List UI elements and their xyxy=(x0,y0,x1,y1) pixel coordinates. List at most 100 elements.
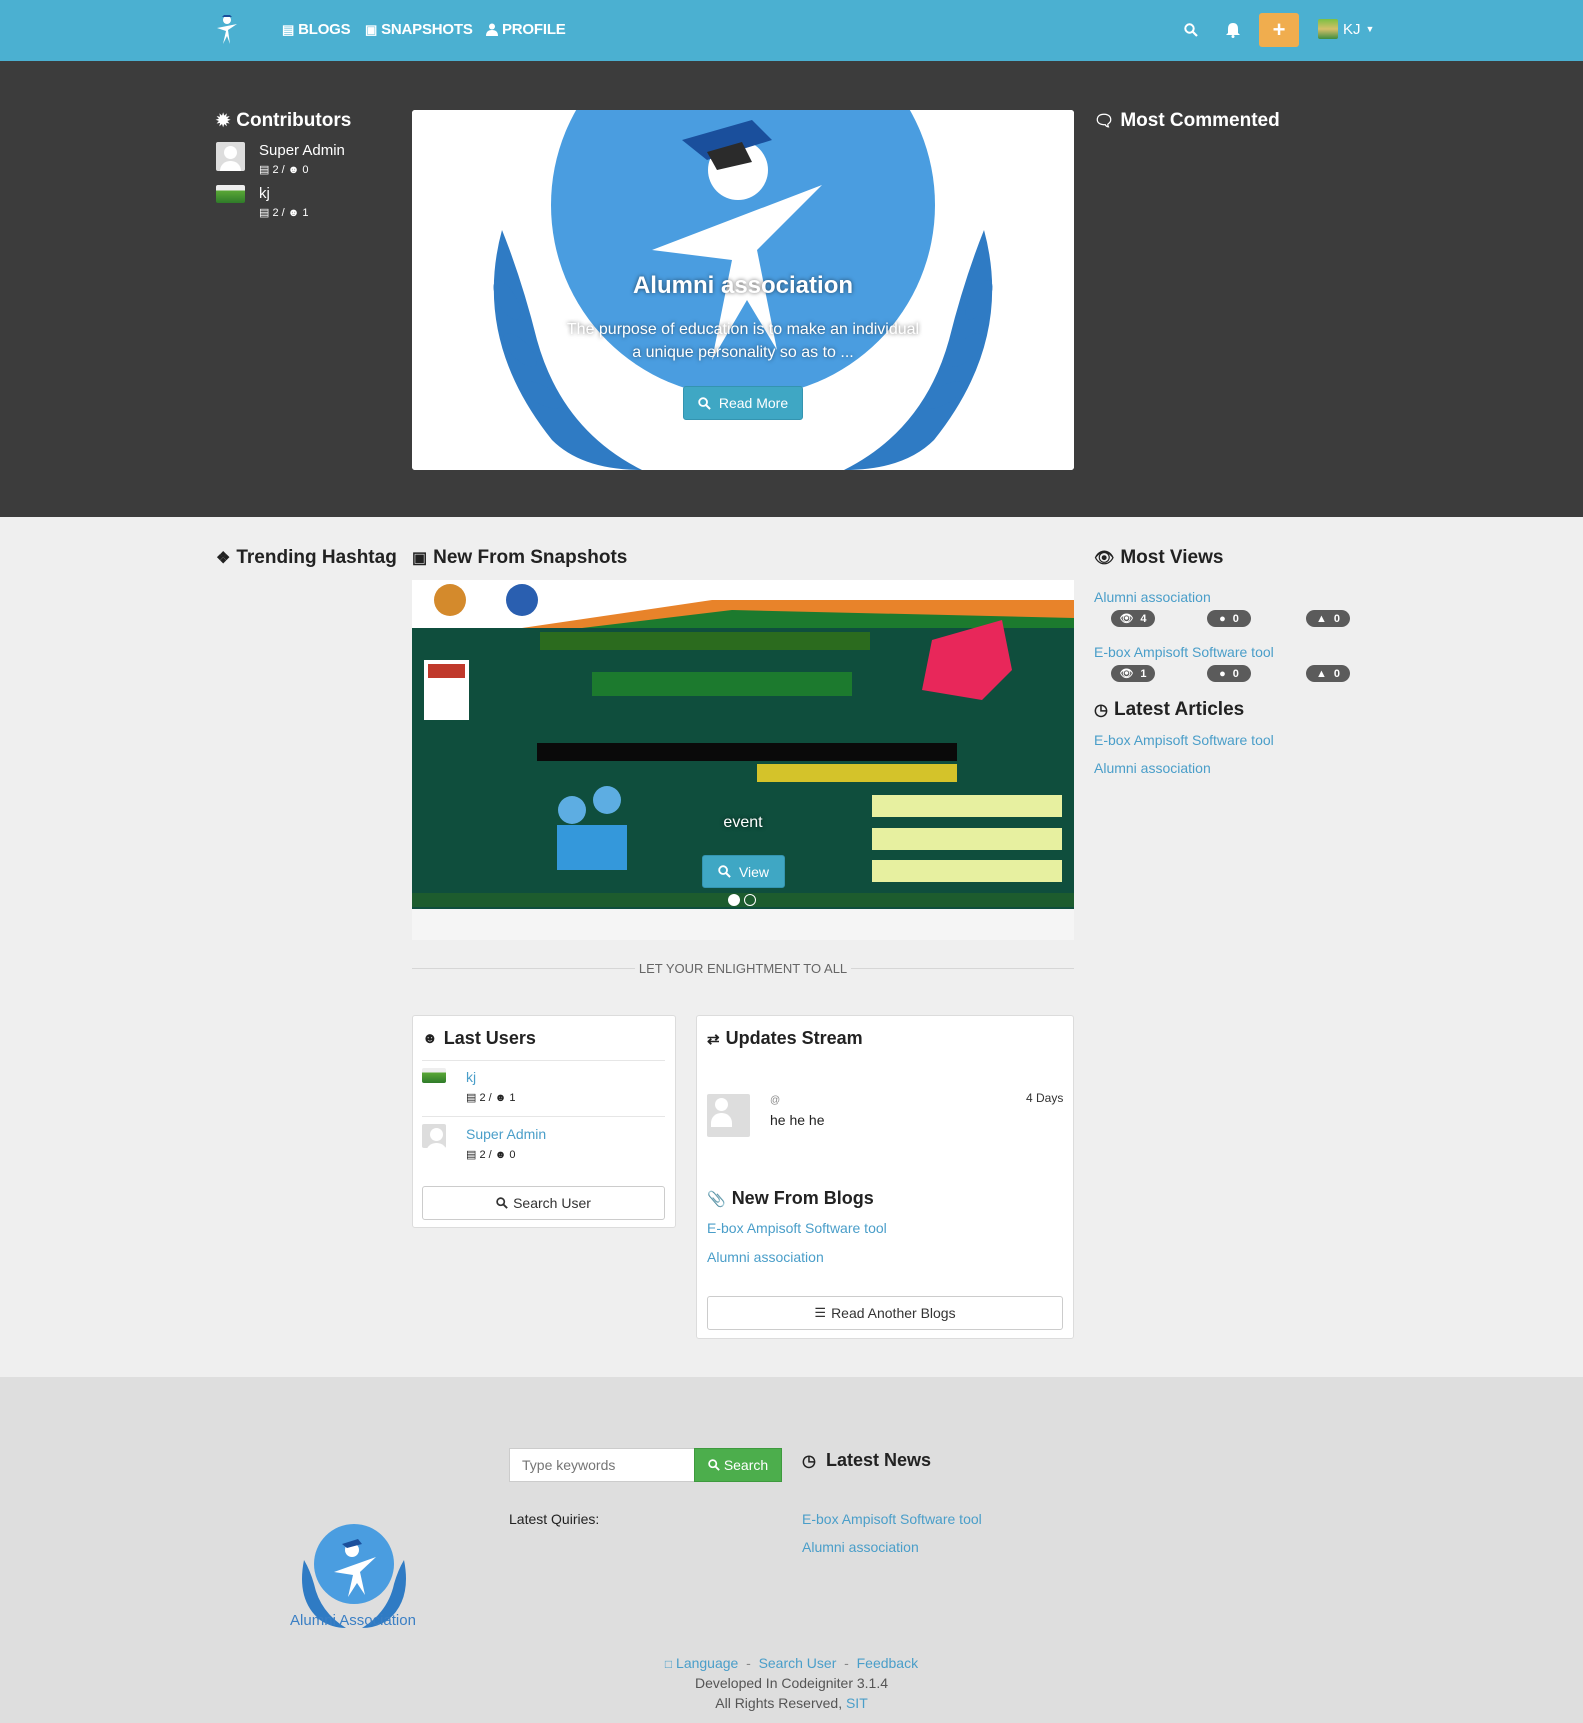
featured-blog-carousel[interactable]: Alumni association The purpose of educat… xyxy=(412,110,1074,470)
users-icon: ☻ xyxy=(287,164,300,176)
footer-language-link[interactable]: □ Language xyxy=(665,1655,738,1671)
snapshot-caption: event xyxy=(723,814,763,831)
bell-icon[interactable] xyxy=(1226,22,1240,38)
user-link[interactable]: kj xyxy=(466,1069,476,1085)
user-stats: ▤ 2 / ☻ 1 xyxy=(466,1092,516,1104)
blog-link[interactable]: Alumni association xyxy=(707,1249,824,1265)
comments-badge: ● 0 xyxy=(1207,665,1251,682)
news-link[interactable]: E-box Ampisoft Software tool xyxy=(802,1511,982,1527)
new-blogs-heading: 📎 New From Blogs xyxy=(707,1188,874,1208)
trending-heading: ❖ Trending Hashtag xyxy=(216,547,397,568)
comments-badge: ● 0 xyxy=(1207,610,1251,627)
user-stats: ▤ 2 / ☻ 0 xyxy=(466,1149,516,1161)
most-views-heading: 👁 Most Views xyxy=(1094,547,1224,568)
image-icon: ▣ xyxy=(412,550,428,567)
most-commented-heading: 🗨 Most Commented xyxy=(1094,110,1280,131)
nav-blogs[interactable]: ▤ BLOGS xyxy=(282,21,351,38)
users-icon: ☻ xyxy=(494,1092,507,1104)
footer-logo-text: Alumni Association xyxy=(290,1612,416,1629)
comment-icon: ● xyxy=(1219,612,1226,625)
eye-icon: 👁 xyxy=(1119,668,1134,680)
site-logo-icon[interactable] xyxy=(214,14,240,46)
search-icon[interactable] xyxy=(1184,23,1198,37)
update-text: he he he xyxy=(770,1112,825,1128)
divider xyxy=(422,1060,665,1061)
nav-profile[interactable]: PROFILE xyxy=(486,21,566,38)
article-link[interactable]: E-box Ampisoft Software tool xyxy=(1094,732,1274,748)
views-badge: 👁 4 xyxy=(1111,610,1155,627)
footer-feedback-link[interactable]: Feedback xyxy=(857,1655,918,1671)
clock-icon: ◷ xyxy=(802,1452,816,1470)
user-icon xyxy=(486,23,498,36)
footer-rights: All Rights Reserved, SIT xyxy=(715,1695,868,1711)
latest-news-heading: ◷ Latest News xyxy=(802,1450,932,1470)
user-link[interactable]: Super Admin xyxy=(466,1126,546,1142)
gear-icon: ✹ xyxy=(216,111,231,130)
latest-queries-label: Latest Quiries: xyxy=(509,1511,600,1527)
snapshot-carousel[interactable]: event View xyxy=(412,580,1074,940)
tags-icon: ❖ xyxy=(216,550,231,567)
top-navbar: ▤ BLOGS ▣ SNAPSHOTS PROFILE + KJ ▼ xyxy=(0,0,1583,61)
carousel-indicator-active[interactable] xyxy=(728,894,740,906)
contributor-item[interactable]: kj ▤ 2 / ☻ 1 xyxy=(216,185,309,219)
most-views-link[interactable]: E-box Ampisoft Software tool xyxy=(1094,644,1274,660)
hero-description: a unique personality so as to ... xyxy=(632,344,854,361)
eye-icon: 👁 xyxy=(1094,550,1115,567)
search-icon xyxy=(496,1197,508,1209)
users-icon: ☻ xyxy=(494,1149,507,1161)
read-more-button[interactable]: Read More xyxy=(683,386,803,420)
hero-description: The purpose of education is to make an i… xyxy=(566,321,920,338)
comment-icon: ● xyxy=(1219,667,1226,680)
news-link[interactable]: Alumni association xyxy=(802,1539,919,1555)
carousel-indicator[interactable] xyxy=(744,894,756,906)
view-button[interactable]: View xyxy=(702,855,785,888)
blog-link[interactable]: E-box Ampisoft Software tool xyxy=(707,1220,887,1236)
avatar xyxy=(216,142,245,171)
updates-panel xyxy=(696,1015,1074,1339)
avatar xyxy=(216,185,245,203)
contributor-item[interactable]: Super Admin ▤ 2 / ☻ 0 xyxy=(216,142,345,176)
avatar xyxy=(707,1094,750,1137)
footer-developed: Developed In Codeigniter 3.1.4 xyxy=(694,1675,889,1691)
clock-icon: ◷ xyxy=(1094,702,1108,719)
views-badge: 👁 1 xyxy=(1111,665,1155,682)
footer-sit-link[interactable]: SIT xyxy=(846,1695,868,1711)
hero-title[interactable]: Alumni association xyxy=(412,272,1074,300)
update-time: 4 Days xyxy=(1026,1091,1064,1105)
most-views-link[interactable]: Alumni association xyxy=(1094,589,1211,605)
search-icon xyxy=(698,396,711,410)
carousel-indicator[interactable] xyxy=(737,422,749,434)
footer-search-user-link[interactable]: Search User xyxy=(759,1655,837,1671)
newspaper-icon: ▤ xyxy=(466,1149,477,1161)
search-icon xyxy=(718,865,731,878)
add-button[interactable]: + xyxy=(1259,13,1299,47)
footer-links: □ Language - Search User - Feedback xyxy=(664,1655,919,1671)
snapshots-heading: ▣ New From Snapshots xyxy=(412,547,628,568)
likes-badge: ▲ 0 xyxy=(1306,610,1350,627)
contributors-heading: ✹ Contributors xyxy=(216,110,352,131)
thumbs-up-icon: ▲ xyxy=(1315,667,1327,680)
user-menu[interactable]: KJ ▼ xyxy=(1318,19,1374,39)
footer-search-button[interactable]: Search xyxy=(694,1448,782,1482)
last-users-heading: ☻ Last Users xyxy=(422,1028,536,1048)
divider-label: LET YOUR ENLIGHTMENT TO ALL xyxy=(412,960,1074,978)
footer xyxy=(0,1377,1583,1723)
article-link[interactable]: Alumni association xyxy=(1094,760,1211,776)
updates-heading: ⇄ Updates Stream xyxy=(707,1028,863,1048)
users-icon: ☻ xyxy=(287,207,300,219)
nav-snapshots[interactable]: ▣ SNAPSHOTS xyxy=(365,21,473,38)
image-icon: ▣ xyxy=(365,22,378,37)
latest-articles-heading: ◷ Latest Articles xyxy=(1094,699,1245,720)
retweet-icon: ⇄ xyxy=(707,1030,720,1048)
search-user-button[interactable]: Search User xyxy=(422,1186,665,1220)
newspaper-icon: ▤ xyxy=(282,22,295,37)
eye-icon: 👁 xyxy=(1119,613,1134,625)
caret-down-icon: ▼ xyxy=(1365,24,1375,34)
read-another-blogs-button[interactable]: ☰ Read Another Blogs xyxy=(707,1296,1063,1330)
divider xyxy=(422,1116,665,1117)
comments-icon: 🗨 xyxy=(1094,113,1115,130)
paperclip-icon: 📎 xyxy=(707,1190,726,1208)
likes-badge: ▲ 0 xyxy=(1306,665,1350,682)
search-icon xyxy=(708,1459,720,1471)
footer-search-input[interactable] xyxy=(509,1448,695,1482)
